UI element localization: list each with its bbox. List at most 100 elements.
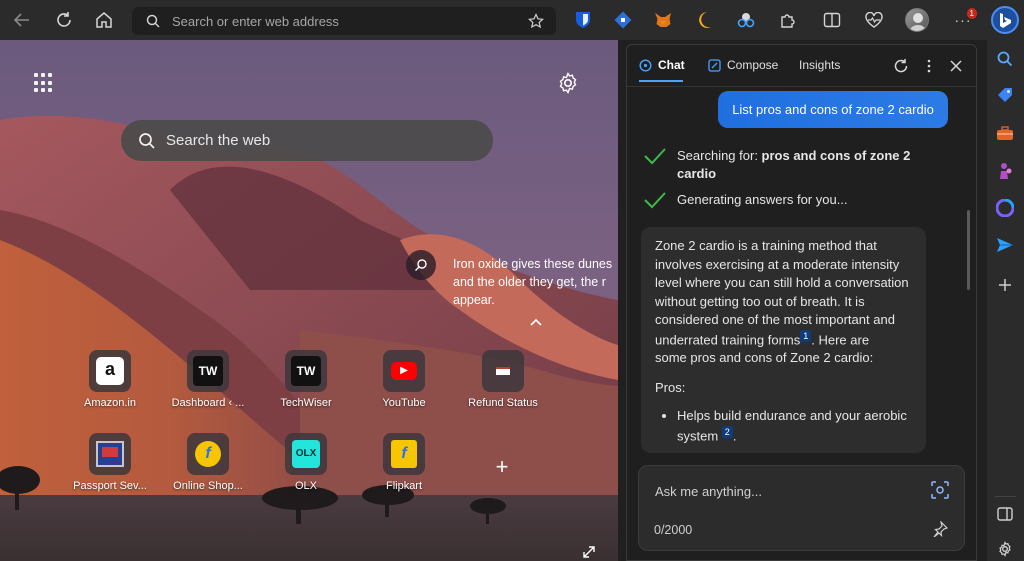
- quick-link-passport[interactable]: Passport Sev...: [65, 433, 155, 492]
- toolbox-icon: [997, 126, 1013, 140]
- rail-tools-button[interactable]: [994, 122, 1016, 144]
- sidebar-panel-icon: [997, 507, 1013, 521]
- rail-outlook-button[interactable]: [994, 234, 1016, 256]
- bullet-text: system: [677, 428, 719, 444]
- bullet-text: .: [732, 428, 737, 444]
- new-tab-page: Search the web Iron oxide gives these du…: [0, 40, 618, 561]
- techwiser-icon: TW: [187, 350, 229, 392]
- tab-compose-label: Compose: [727, 58, 779, 72]
- rail-divider: [995, 496, 1016, 497]
- answer-line: some pros and cons of Zone 2 cardio:: [655, 350, 874, 366]
- flipkart-icon: f: [187, 433, 229, 475]
- generating-text: Generating answers for you...: [677, 192, 848, 207]
- tab-compose[interactable]: Compose: [708, 58, 778, 72]
- quick-link-refund-status[interactable]: Refund Status: [458, 350, 548, 409]
- olx-icon: OLX: [285, 433, 327, 475]
- visual-search-icon[interactable]: [930, 480, 950, 500]
- searching-query: pros and cons of zone 2: [761, 148, 911, 163]
- rail-add-button[interactable]: [994, 274, 1016, 296]
- answer-line: level where you can still hold a convers…: [655, 275, 909, 290]
- answer-text: . Here are: [811, 331, 870, 347]
- metamask-extension-icon[interactable]: [651, 8, 675, 32]
- add-shortcut-plus-icon[interactable]: +: [492, 456, 512, 478]
- flipkart-icon: f: [383, 433, 425, 475]
- close-sidebar-button[interactable]: [946, 56, 966, 76]
- split-screen-icon[interactable]: [820, 8, 844, 32]
- extension-icon[interactable]: [611, 8, 635, 32]
- chevron-up-icon[interactable]: [528, 316, 544, 328]
- answer-line: Zone 2 cardio is a training method that: [655, 238, 877, 253]
- rail-office-button[interactable]: [994, 197, 1016, 219]
- page-settings-gear-icon[interactable]: [556, 71, 580, 95]
- answer-line: without getting too out of breath. It is: [655, 293, 865, 309]
- caption-line: appear.: [453, 293, 495, 307]
- refresh-button[interactable]: [50, 7, 78, 33]
- more-options-button[interactable]: [919, 56, 939, 76]
- gear-icon: [999, 541, 1011, 557]
- quick-link-label: Online Shop...: [173, 480, 243, 492]
- copilot-bing-button[interactable]: [991, 6, 1019, 34]
- pros-heading: Pros:: [655, 379, 686, 395]
- address-placeholder: Search or enter web address: [172, 13, 339, 29]
- home-icon: [96, 12, 112, 28]
- notification-badge: 1: [966, 8, 977, 19]
- rail-games-button[interactable]: [994, 160, 1016, 182]
- rail-shopping-button[interactable]: [994, 84, 1016, 106]
- tab-chat-label: Chat: [658, 58, 685, 72]
- citation-badge[interactable]: 1: [800, 329, 812, 342]
- back-arrow-icon: [13, 13, 29, 27]
- plus-icon: [999, 279, 1011, 291]
- searching-query-cont: cardio: [677, 166, 717, 181]
- chat-header: Chat Compose Insights: [627, 45, 976, 87]
- image-info-button[interactable]: [406, 250, 436, 280]
- checkmark-icon: [644, 148, 666, 165]
- quick-link-dashboard[interactable]: TW Dashboard ‹ ...: [163, 350, 253, 409]
- chat-input-box[interactable]: Ask me anything... 0/2000: [638, 465, 965, 551]
- quick-link-youtube[interactable]: ▶ YouTube: [359, 350, 449, 409]
- search-icon: [139, 132, 155, 149]
- extensions-puzzle-icon[interactable]: [776, 8, 800, 32]
- techwiser-icon: TW: [285, 350, 327, 392]
- tab-chat[interactable]: Chat: [639, 58, 685, 72]
- expand-arrow-icon[interactable]: [582, 545, 596, 559]
- pin-icon[interactable]: [932, 521, 948, 537]
- address-bar[interactable]: Search or enter web address: [132, 7, 556, 35]
- char-count: 0/2000: [654, 523, 693, 537]
- chat-scrollbar[interactable]: [967, 210, 970, 290]
- sidebar-settings-button[interactable]: [994, 538, 1016, 560]
- quick-link-label: YouTube: [382, 397, 426, 409]
- settings-more-button[interactable]: ··· 1: [951, 8, 977, 32]
- glasses-extension-icon[interactable]: [734, 8, 758, 32]
- crescent-extension-icon[interactable]: [693, 8, 717, 32]
- quick-link-techwiser[interactable]: TW TechWiser: [261, 350, 351, 409]
- profile-avatar[interactable]: [905, 8, 929, 32]
- quick-link-online-shop[interactable]: f Online Shop...: [163, 433, 253, 492]
- searching-status: Searching for: pros and cons of zone 2 c…: [643, 147, 910, 183]
- rail-search-button[interactable]: [994, 48, 1016, 70]
- hide-sidebar-button[interactable]: [994, 503, 1016, 525]
- quick-link-amazon[interactable]: a Amazon.in: [65, 350, 155, 409]
- citation-badge[interactable]: 2: [721, 425, 733, 438]
- apps-launcher-icon[interactable]: [34, 73, 54, 93]
- bitwarden-extension-icon[interactable]: [571, 8, 595, 32]
- back-button[interactable]: [8, 7, 36, 33]
- microsoft-365-icon: [996, 199, 1014, 217]
- refresh-icon: [57, 12, 71, 27]
- image-caption: Iron oxide gives these dunes and the old…: [453, 255, 618, 309]
- web-search-box[interactable]: Search the web: [121, 120, 493, 161]
- browser-essentials-icon[interactable]: [862, 8, 886, 32]
- quick-link-label: Flipkart: [385, 480, 423, 492]
- active-tab-indicator: [639, 80, 683, 82]
- quick-link-olx[interactable]: OLX OLX: [261, 433, 351, 492]
- chat-bubble-icon: [639, 58, 652, 72]
- bullet-text: Helps build endurance and your aerobic: [677, 408, 907, 424]
- quick-link-label: Refund Status: [468, 397, 538, 409]
- search-icon: [997, 51, 1013, 67]
- close-icon: [950, 60, 962, 72]
- youtube-icon: ▶: [383, 350, 425, 392]
- home-button[interactable]: [90, 7, 118, 33]
- tab-insights[interactable]: Insights: [799, 58, 840, 72]
- quick-link-flipkart[interactable]: f Flipkart: [359, 433, 449, 492]
- refresh-chat-button[interactable]: [891, 56, 911, 76]
- favorite-star-icon[interactable]: [528, 13, 544, 29]
